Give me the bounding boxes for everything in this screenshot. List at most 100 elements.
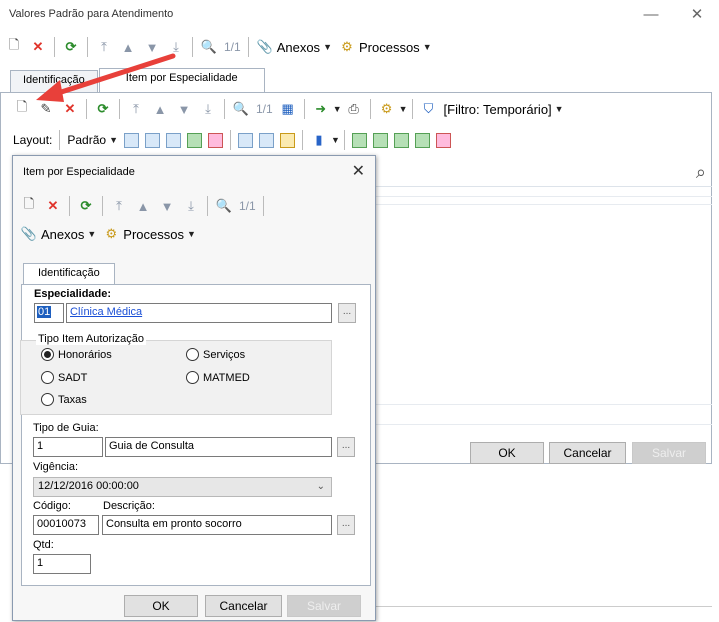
search-icon[interactable]: ⌕ — [696, 162, 706, 183]
new-icon[interactable]: 🗋 — [13, 99, 31, 118]
window-titlebar: Valores Padrão para Atendimento — ✕ — [0, 0, 719, 30]
descricao-label: Descrição: — [103, 500, 155, 512]
anexos-label: Anexos — [276, 39, 321, 55]
chevron-down-icon[interactable]: ▼ — [333, 104, 342, 114]
chevron-down-icon[interactable]: ▼ — [331, 135, 340, 145]
copy-layout-icon[interactable] — [145, 132, 160, 148]
layout-dropdown[interactable]: Padrão ▼ — [67, 133, 118, 147]
delete-icon[interactable]: ✕ — [44, 197, 62, 215]
dialog-cancel-button[interactable]: Cancelar — [205, 595, 282, 617]
processes-icon[interactable]: ⚙ — [378, 100, 396, 118]
filter-dropdown[interactable]: [Filtro: Temporário] ▼ — [444, 102, 564, 117]
anexos-label: Anexos — [41, 226, 85, 242]
print-icon[interactable]: ⎙ — [345, 100, 363, 118]
dialog-toolbar: 🗋 ✕ ⟳ ⤒ ▲ ▼ ⤓ 🔍 1/1 — [17, 192, 317, 220]
separator — [343, 130, 345, 150]
radio-dot — [186, 371, 199, 384]
separator — [247, 37, 249, 57]
descricao-field[interactable]: Consulta em pronto socorro — [102, 515, 332, 535]
grid-icon[interactable]: ▦ — [279, 100, 297, 118]
binoculars-icon[interactable]: 🔍 — [200, 38, 218, 56]
divider — [376, 606, 712, 607]
last-icon[interactable]: ⤓ — [182, 197, 200, 215]
radio-taxas[interactable]: Taxas — [41, 393, 87, 406]
previous-icon[interactable]: ▲ — [134, 197, 152, 215]
radio-dot — [41, 348, 54, 361]
vigencia-label: Vigência: — [33, 461, 79, 473]
radio-label: SADT — [58, 371, 88, 384]
radio-sadt[interactable]: SADT — [41, 371, 87, 384]
next-icon[interactable]: ▼ — [158, 197, 176, 215]
separator — [262, 196, 264, 216]
radio-label: Honorários — [58, 348, 112, 361]
table-icon[interactable] — [238, 132, 253, 148]
chart-icon[interactable]: ▮ — [310, 131, 328, 149]
tipo-guia-code-field[interactable]: 1 — [33, 437, 103, 457]
view-icon[interactable] — [414, 132, 430, 148]
chevron-down-icon[interactable]: ▼ — [399, 104, 408, 114]
text-icon[interactable] — [435, 132, 451, 148]
processos-menu[interactable]: ⚙ Processos ▼ — [102, 225, 196, 243]
chevron-down-icon: ▼ — [422, 42, 432, 52]
separator — [411, 99, 413, 119]
radio-dot — [186, 348, 199, 361]
processos-label: Processos — [358, 39, 420, 55]
radio-servicos[interactable]: Serviços — [186, 348, 245, 361]
especialidade-lookup-button[interactable]: ... — [338, 303, 356, 323]
binoculars-icon[interactable]: 🔍 — [232, 100, 250, 118]
filter-label: [Filtro: Temporário] — [443, 101, 552, 117]
chevron-down-icon: ⌄ — [316, 481, 325, 492]
highlight-icon[interactable] — [280, 132, 295, 148]
last-icon[interactable]: ⤓ — [199, 100, 217, 118]
chevron-down-icon: ▼ — [323, 42, 332, 52]
anexos-menu[interactable]: 📎 Anexos ▼ — [256, 38, 332, 56]
close-button[interactable]: ✕ — [682, 4, 712, 26]
radio-honorarios[interactable]: Honorários — [41, 348, 112, 361]
filter-icon[interactable]: ⛉ — [420, 100, 438, 118]
first-icon[interactable]: ⤒ — [110, 197, 128, 215]
radio-dot — [41, 393, 54, 406]
dialog-close-icon[interactable]: ✕ — [352, 161, 365, 181]
especialidade-code-field[interactable]: 01 — [34, 303, 64, 323]
columns-icon[interactable] — [166, 132, 181, 148]
layout-bar: Layout: Padrão ▼ ▮ ▼ — [10, 127, 710, 153]
radio-matmed[interactable]: MATMED — [186, 371, 250, 384]
view-icon[interactable] — [351, 132, 367, 148]
vigencia-value: 12/12/2016 00:00:00 — [38, 480, 139, 492]
especialidade-name: Clínica Médica — [70, 306, 143, 318]
especialidade-name-field[interactable]: Clínica Médica — [66, 303, 332, 323]
export-icon[interactable]: ➜ — [312, 100, 330, 118]
view-icon[interactable] — [393, 132, 409, 148]
new-icon[interactable]: 🗋 — [5, 37, 23, 56]
new-icon[interactable]: 🗋 — [20, 196, 38, 215]
codigo-lookup-button[interactable]: ... — [337, 515, 355, 535]
chevron-down-icon: ▼ — [187, 229, 196, 239]
save-layout-icon[interactable] — [124, 132, 139, 148]
chevron-down-icon: ▼ — [87, 229, 97, 239]
qtd-field[interactable]: 1 — [33, 554, 91, 574]
record-counter: 1/1 — [239, 199, 256, 213]
radio-label: MATMED — [203, 371, 250, 384]
view-icon[interactable] — [372, 132, 388, 148]
tipo-guia-lookup-button[interactable]: ... — [337, 437, 355, 457]
import-layout-icon[interactable] — [187, 132, 202, 148]
vigencia-dropdown[interactable]: 12/12/2016 00:00:00 ⌄ — [33, 477, 332, 497]
codigo-field[interactable]: 00010073 — [33, 515, 99, 535]
ok-button[interactable]: OK — [470, 442, 544, 464]
tipo-guia-name-field[interactable]: Guia de Consulta — [105, 437, 332, 457]
dialog-ok-button[interactable]: OK — [124, 595, 198, 617]
export-layout-icon[interactable] — [208, 132, 223, 148]
sum-icon[interactable] — [259, 132, 274, 148]
radio-label: Taxas — [58, 393, 87, 406]
anexos-menu[interactable]: 📎 Anexos ▼ — [20, 225, 96, 243]
processos-menu[interactable]: ⚙ Processos ▼ — [338, 38, 432, 56]
minimize-button[interactable]: — — [636, 4, 666, 26]
dialog-menu-bar: 📎 Anexos ▼ ⚙ Processos ▼ — [17, 220, 317, 248]
binoculars-icon[interactable]: 🔍 — [215, 197, 233, 215]
separator — [207, 196, 208, 216]
refresh-icon[interactable]: ⟳ — [77, 197, 95, 215]
record-counter: 1/1 — [256, 102, 273, 116]
radio-label: Serviços — [203, 348, 246, 361]
chevron-down-icon: ▼ — [554, 104, 564, 114]
cancel-button[interactable]: Cancelar — [549, 442, 626, 464]
